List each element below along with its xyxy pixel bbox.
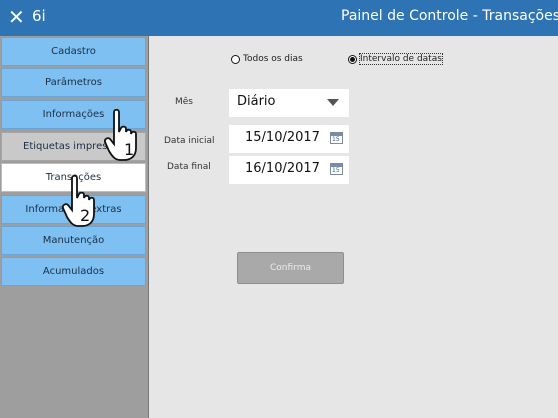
sidebar-item-cadastro[interactable]: Cadastro [1, 37, 146, 66]
step-number: 1 [124, 140, 134, 159]
start-date-field[interactable]: 15/10/2017 15 [229, 125, 349, 153]
month-label: Mês [175, 97, 193, 107]
calendar-icon[interactable]: 15 [330, 132, 343, 144]
end-date-field[interactable]: 16/10/2017 15 [229, 156, 349, 184]
confirm-button[interactable]: Confirma [237, 252, 344, 284]
month-value: Diário [237, 94, 276, 109]
radio-label: Intervalo de datas [359, 53, 443, 65]
radio-todos-os-dias[interactable]: Todos os dias [231, 54, 303, 64]
radio-selected-icon [348, 54, 357, 64]
app-name: 6i [32, 7, 46, 25]
main-panel: Todos os dias Intervalo de datas Mês Diá… [149, 36, 558, 418]
window-title: Painel de Controle - Transações [341, 8, 558, 24]
month-dropdown[interactable]: Diário [229, 89, 349, 117]
sidebar-item-manutencao[interactable]: Manutenção [1, 226, 146, 255]
radio-label: Todos os dias [243, 54, 303, 64]
sidebar-item-acumulados[interactable]: Acumulados [1, 257, 146, 286]
step-number: 2 [80, 206, 90, 225]
end-date-label: Data final [167, 162, 211, 172]
start-date-value: 15/10/2017 [245, 130, 320, 145]
radio-intervalo-de-datas[interactable]: Intervalo de datas [348, 53, 443, 65]
close-icon[interactable]: ✕ [8, 4, 25, 30]
pointing-hand-icon: 1 [104, 108, 137, 161]
start-date-label: Data inicial [164, 136, 215, 146]
title-bar: ✕ 6i Painel de Controle - Transações [0, 0, 558, 36]
sidebar-item-parametros[interactable]: Parâmetros [1, 68, 146, 97]
end-date-value: 16/10/2017 [245, 161, 320, 176]
chevron-down-icon[interactable] [327, 99, 339, 106]
pointing-hand-icon: 2 [62, 174, 95, 227]
calendar-icon[interactable]: 15 [330, 163, 343, 175]
radio-icon [231, 54, 240, 64]
